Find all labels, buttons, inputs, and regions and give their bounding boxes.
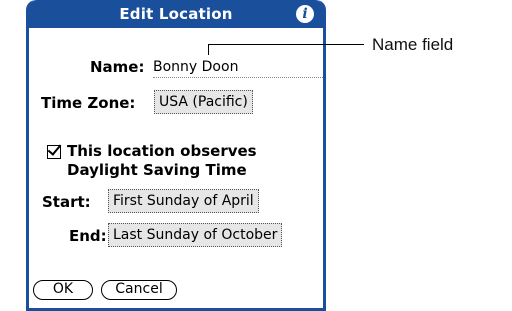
name-label: Name: [90, 58, 145, 76]
end-selector[interactable]: Last Sunday of October [108, 223, 283, 247]
dst-label-line2: Daylight Saving Time [67, 161, 247, 179]
end-label: End: [69, 227, 107, 245]
timezone-selector[interactable]: USA (Pacific) [154, 90, 253, 114]
name-field[interactable]: Bonny Doon [153, 59, 323, 78]
info-icon[interactable]: i [296, 5, 314, 23]
dst-checkbox[interactable] [47, 145, 61, 159]
start-label: Start: [42, 193, 91, 211]
dialog-title: Edit Location [119, 5, 233, 23]
dialog-titlebar: Edit Location i [29, 0, 323, 28]
screenshot-root: Edit Location i Name: Bonny Doon Time Zo… [0, 0, 512, 311]
dst-label-line1: This location observes [67, 142, 257, 160]
callout-leader-line [208, 44, 364, 55]
cancel-button[interactable]: Cancel [101, 280, 177, 300]
ok-button[interactable]: OK [33, 280, 93, 300]
start-selector[interactable]: First Sunday of April [108, 189, 259, 213]
timezone-label: Time Zone: [41, 94, 136, 112]
callout-label: Name field [372, 35, 454, 54]
